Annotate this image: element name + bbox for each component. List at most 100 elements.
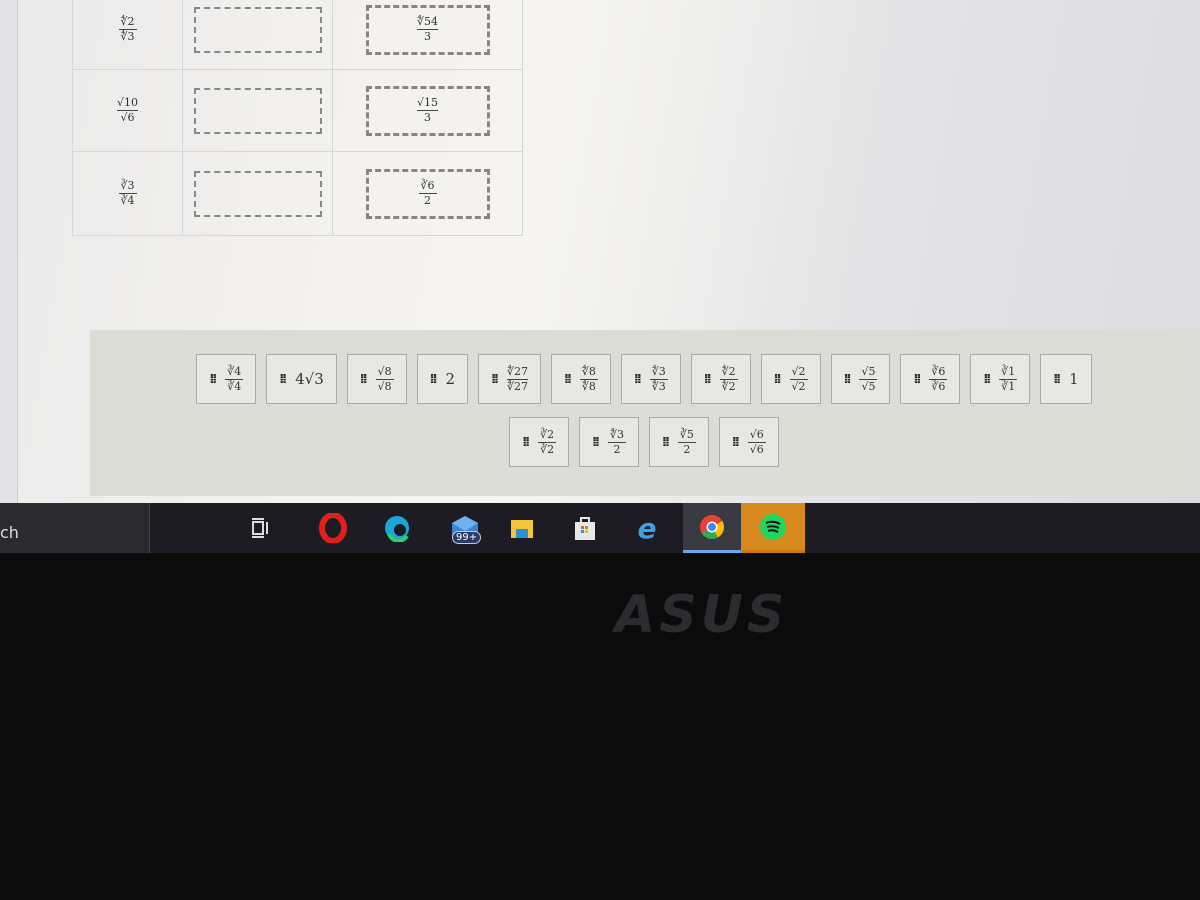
drop-zone[interactable] [193, 6, 322, 53]
answer-tile[interactable]: ⁞⁞ ∜27 ∜27 [478, 354, 541, 404]
answer-tile[interactable]: ⁞⁞ ∜3 2 [579, 417, 639, 467]
search-text: ch [0, 523, 19, 542]
fraction: ∜27 ∜27 [506, 364, 528, 393]
numerator: ∛4 [227, 364, 242, 378]
question-cell: ∜2 ∜3 [73, 0, 183, 69]
fraction: ∜8 ∜8 [579, 364, 598, 393]
drag-handle-icon[interactable]: ⁞⁞ [774, 372, 782, 387]
tile-value: 1 [1069, 370, 1079, 388]
numerator: √10 [116, 96, 138, 109]
taskbar: ch 99+ e [0, 503, 1200, 553]
denominator: ∛1 [1001, 379, 1016, 393]
answer-tile[interactable]: ⁞⁞ 1 [1040, 354, 1092, 404]
chrome-icon[interactable] [683, 503, 741, 553]
filled-cell: ∛6 2 [333, 152, 523, 235]
drag-handle-icon[interactable]: ⁞⁞ [983, 372, 991, 387]
answer-tile[interactable]: ⁞⁞ 2 [416, 354, 469, 404]
drag-handle-icon[interactable]: ⁞⁞ [704, 372, 712, 387]
drag-handle-icon[interactable]: ⁞⁞ [430, 372, 438, 387]
numerator: ∛5 [679, 427, 694, 441]
asus-logo: ASUS [615, 585, 789, 645]
denominator: 2 [613, 442, 621, 456]
numerator: ∛6 [420, 179, 435, 192]
fraction: ∛3 ∛4 [118, 179, 137, 207]
fraction: ∛2 ∛2 [538, 428, 557, 456]
opera-icon[interactable] [308, 503, 358, 553]
drag-handle-icon[interactable]: ⁞⁞ [360, 372, 368, 387]
drop-zone[interactable] [193, 87, 322, 134]
fraction: ∛4 ∛4 [225, 364, 244, 393]
numerator: √6 [749, 427, 764, 441]
denominator: ∜3 [120, 30, 135, 43]
drag-handle-icon[interactable]: ⁞⁞ [491, 372, 499, 387]
fraction: ∛5 2 [677, 427, 696, 456]
filled-cell: ∜54 3 [333, 0, 523, 69]
drag-handle-icon[interactable]: ⁞⁞ [592, 435, 600, 450]
answer-tile[interactable]: ⁞⁞ ∛6 ∛6 [900, 354, 961, 404]
answer-tile[interactable]: ⁞⁞ ∛2 ∛2 [509, 417, 570, 467]
fraction: ∜3 ∜3 [649, 365, 668, 393]
answer-tile[interactable]: ⁞⁞ √2 √2 [760, 354, 821, 404]
fraction: √15 3 [416, 96, 438, 124]
drag-handle-icon[interactable]: ⁞⁞ [732, 435, 740, 450]
drag-handle-icon[interactable]: ⁞⁞ [844, 372, 852, 387]
task-view-icon[interactable] [235, 503, 285, 553]
answer-cell [183, 152, 333, 235]
placed-tile[interactable]: ∛6 2 [365, 168, 490, 219]
numerator: √8 [377, 364, 392, 378]
numerator: √15 [416, 96, 438, 109]
placed-tile[interactable]: ∜54 3 [365, 4, 490, 55]
fraction: ∛1 ∛1 [999, 364, 1018, 393]
denominator: ∜3 [651, 379, 666, 393]
drag-handle-icon[interactable]: ⁞⁞ [564, 372, 572, 387]
drag-handle-icon[interactable]: ⁞⁞ [279, 372, 287, 387]
answer-tile[interactable]: ⁞⁞ √8 √8 [346, 354, 407, 404]
spotify-icon[interactable] [741, 503, 805, 553]
numerator: ∜27 [506, 364, 528, 378]
answer-tile[interactable]: ⁞⁞ ∜3 ∜3 [620, 354, 681, 404]
numerator: ∜2 [120, 15, 135, 28]
edge-icon[interactable] [372, 503, 422, 553]
question-cell: ∛3 ∛4 [73, 152, 183, 235]
answer-tile[interactable]: ⁞⁞ ∜8 ∜8 [551, 354, 611, 404]
mail-badge: 99+ [452, 531, 482, 544]
internet-explorer-icon[interactable]: e [622, 503, 672, 553]
fraction: √8 √8 [375, 364, 394, 393]
answer-tile[interactable]: ⁞⁞ 4√3 [266, 354, 337, 404]
answer-tile[interactable]: ⁞⁞ ∛5 2 [649, 417, 709, 467]
table-row: ∜2 ∜3 ∜54 3 [73, 0, 523, 70]
denominator: 3 [423, 111, 431, 124]
tile-row: ⁞⁞ ∛2 ∛2 ⁞⁞ ∜3 2 ⁞⁞ ∛5 2 ⁞⁞ √6 √6 [90, 417, 1198, 467]
file-explorer-icon[interactable] [497, 503, 547, 553]
denominator: ∛4 [227, 379, 242, 393]
tile-value: 2 [445, 370, 456, 388]
answer-tile[interactable]: ⁞⁞ √5 √5 [830, 354, 891, 404]
mail-icon[interactable]: 99+ [440, 503, 490, 553]
answer-tile[interactable]: ⁞⁞ ∛4 ∛4 [196, 354, 257, 404]
drag-handle-icon[interactable]: ⁞⁞ [634, 372, 642, 387]
tile-bank: ⁞⁞ ∛4 ∛4 ⁞⁞ 4√3 ⁞⁞ √8 √8 ⁞⁞ 2 ⁞⁞ ∜27 ∜27 ⁞⁞ ∜8 ∜8 ⁞⁞ ∜3 ∜3… [90, 330, 1198, 496]
placed-tile[interactable]: √15 3 [365, 85, 490, 136]
denominator: ∜8 [581, 379, 596, 393]
answer-cell [183, 0, 333, 69]
numerator: ∛1 [1001, 364, 1016, 378]
denominator: 3 [423, 30, 431, 43]
drag-handle-icon[interactable]: ⁞⁞ [913, 372, 921, 387]
numerator: ∜8 [581, 364, 596, 378]
drag-handle-icon[interactable]: ⁞⁞ [209, 372, 217, 387]
drag-handle-icon[interactable]: ⁞⁞ [1053, 372, 1061, 387]
drag-handle-icon[interactable]: ⁞⁞ [522, 435, 530, 450]
answer-tile[interactable]: ⁞⁞ ∛1 ∛1 [970, 354, 1031, 404]
left-edge [0, 0, 18, 503]
search-box[interactable]: ch [0, 503, 150, 553]
denominator: ∜27 [506, 379, 528, 393]
drop-zone[interactable] [193, 170, 322, 217]
filled-cell: √15 3 [333, 70, 523, 151]
drag-handle-icon[interactable]: ⁞⁞ [662, 435, 670, 450]
fraction: ∜2 ∜2 [719, 365, 738, 393]
numerator: ∛3 [120, 179, 135, 192]
fraction: ∜54 3 [416, 16, 438, 43]
answer-tile[interactable]: ⁞⁞ √6 √6 [718, 417, 779, 467]
store-icon[interactable] [560, 503, 610, 553]
answer-tile[interactable]: ⁞⁞ ∜2 ∜2 [690, 354, 751, 404]
